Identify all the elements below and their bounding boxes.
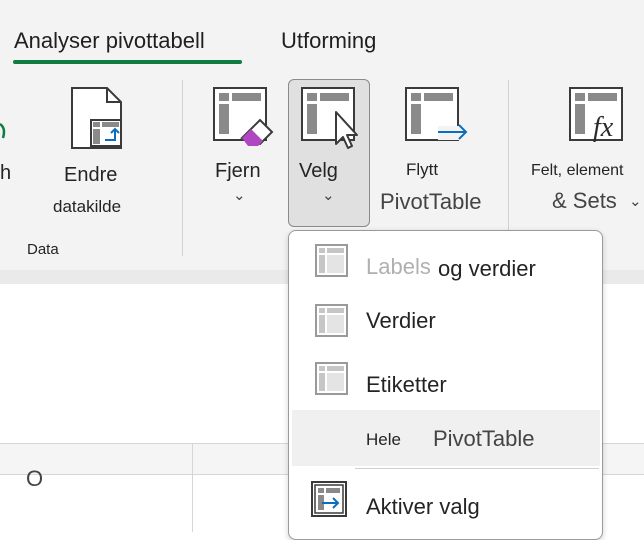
change-data-source-button[interactable]: Endre datakilde [52, 80, 144, 230]
menu-entire-prefix: Hele [366, 430, 401, 449]
refresh-label-partial: h [0, 162, 12, 184]
move-label-line2: PivotTable [380, 189, 482, 214]
tab-design[interactable]: Utforming [281, 28, 376, 54]
clear-eraser-icon [213, 87, 274, 146]
change-source-label-line2: datakilde [53, 197, 122, 216]
menu-separator [355, 468, 599, 469]
menu-labels-label: Etiketter [366, 372, 447, 397]
fields-label-line1: Felt, element [531, 162, 624, 179]
group-label-data: Data [27, 241, 59, 258]
values-icon [315, 304, 348, 337]
fields-label-line2: & Sets [552, 188, 617, 213]
select-icon [301, 87, 358, 149]
ribbon-tabs: Analyser pivottabell Utforming [0, 0, 644, 70]
enable-selection-icon [311, 481, 347, 517]
tab-analyze-pivottable[interactable]: Analyser pivottabell [14, 28, 205, 54]
move-pivottable-icon [405, 87, 468, 141]
change-source-label-line1: Endre [64, 164, 118, 186]
clear-button[interactable]: Fjern ⌄ [206, 80, 276, 230]
refresh-icon[interactable] [0, 116, 10, 146]
menu-entire-pivottable-label: PivotTable [433, 426, 535, 451]
menu-enable-selection-label: Aktiver valg [366, 494, 480, 519]
labels-values-icon [315, 244, 348, 277]
menu-item-values[interactable] [292, 294, 600, 350]
fields-items-sets-button[interactable]: fx Felt, element & Sets ⌄ [528, 80, 644, 230]
formula-fx-icon: fx [569, 87, 623, 143]
menu-labels-ghost-text: Labels [366, 254, 431, 279]
change-source-icon [71, 87, 122, 149]
select-chevron-icon: ⌄ [322, 187, 335, 204]
svg-text:fx: fx [593, 112, 614, 143]
column-divider [192, 443, 193, 532]
fields-chevron-icon: ⌄ [629, 193, 642, 210]
column-header-o[interactable]: O [26, 466, 43, 492]
move-pivottable-button[interactable]: Flytt PivotTable [378, 80, 488, 230]
clear-label: Fjern [215, 160, 261, 182]
menu-labels-values-label: og verdier [438, 256, 536, 281]
labels-icon [315, 362, 348, 395]
active-tab-indicator [13, 60, 242, 64]
select-label: Velg [299, 160, 338, 182]
menu-values-label: Verdier [366, 308, 436, 333]
move-label-line1: Flytt [406, 160, 439, 179]
clear-chevron-icon: ⌄ [233, 187, 246, 204]
group-separator [182, 80, 183, 256]
